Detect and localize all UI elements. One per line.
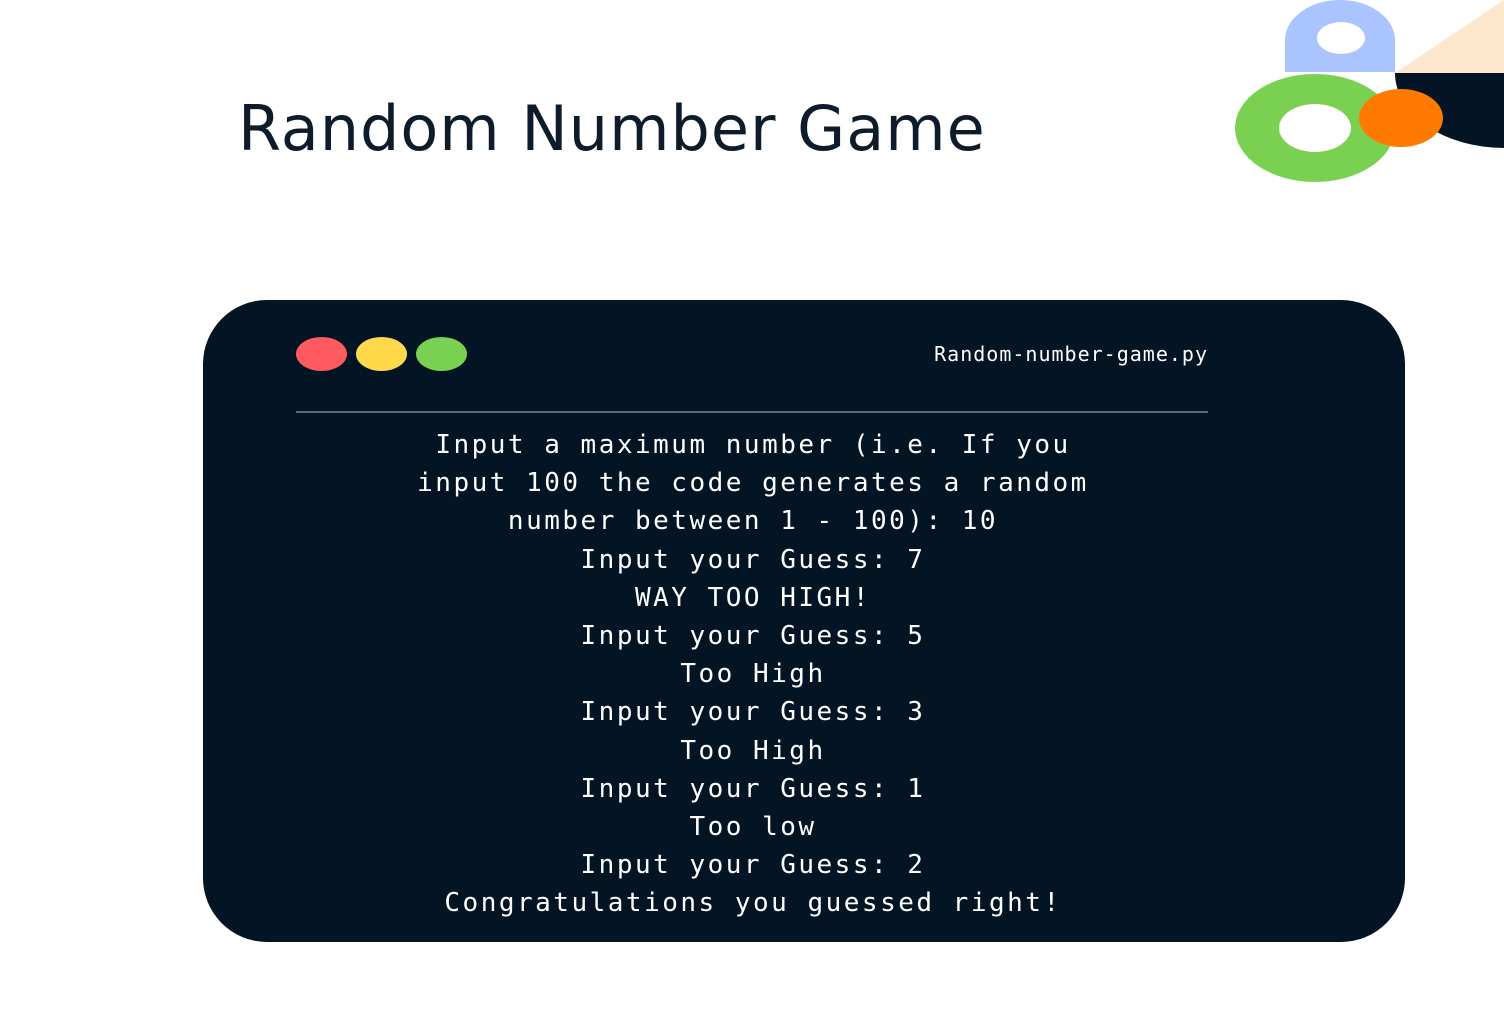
window-controls bbox=[296, 337, 467, 371]
orange-circle-icon bbox=[1359, 89, 1443, 147]
output-line: input 100 the code generates a random bbox=[417, 468, 1089, 499]
output-line: Input your Guess: 3 bbox=[580, 697, 926, 728]
peach-triangle-icon bbox=[1395, 0, 1504, 73]
minimize-dot-icon[interactable] bbox=[356, 337, 407, 371]
output-line: WAY TOO HIGH! bbox=[635, 582, 871, 613]
terminal-divider bbox=[296, 411, 1208, 413]
terminal-filename: Random-number-game.py bbox=[934, 342, 1208, 366]
output-line: Input your Guess: 5 bbox=[580, 621, 926, 652]
output-line: number between 1 - 100): 10 bbox=[507, 506, 999, 537]
maximize-dot-icon[interactable] bbox=[416, 337, 467, 371]
close-dot-icon[interactable] bbox=[296, 337, 347, 371]
output-line: Input your Guess: 7 bbox=[580, 544, 926, 575]
output-line: Too High bbox=[680, 659, 826, 690]
terminal-window: Random-number-game.py Input a maximum nu… bbox=[203, 300, 1405, 942]
output-line: Input a maximum number (i.e. If you bbox=[435, 430, 1071, 460]
output-line: Too low bbox=[689, 812, 817, 843]
decorative-shapes bbox=[1235, 0, 1504, 182]
blue-arch-icon bbox=[1285, 0, 1395, 72]
output-line: Congratulations you guessed right! bbox=[444, 888, 1062, 919]
output-line: Too High bbox=[680, 735, 826, 766]
output-line: Input your Guess: 2 bbox=[580, 850, 926, 881]
page-title: Random Number Game bbox=[238, 92, 986, 165]
terminal-output: Input a maximum number (i.e. If you inpu… bbox=[263, 426, 1243, 923]
output-line: Input your Guess: 1 bbox=[580, 773, 926, 804]
